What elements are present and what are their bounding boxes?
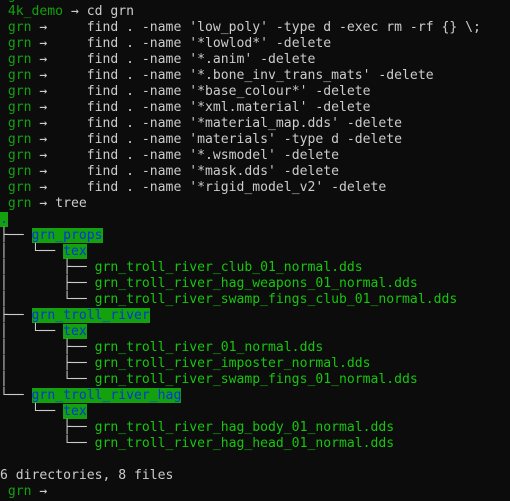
prompt-dir: grn bbox=[0, 484, 32, 499]
prompt-dir: grn bbox=[0, 132, 32, 147]
tree-branch: ├── bbox=[0, 420, 95, 435]
tree-branch: │ ├── bbox=[0, 276, 95, 291]
terminal-line: ├── grn_props bbox=[0, 228, 103, 244]
directory-name: tex bbox=[63, 404, 87, 419]
terminal-line: grn → tree bbox=[0, 196, 87, 212]
terminal-line: . bbox=[0, 212, 8, 228]
prompt-dir: grn bbox=[0, 180, 32, 195]
terminal-line: │ ├── grn_troll_river_01_normal.dds bbox=[0, 340, 323, 356]
prompt-dir: grn bbox=[0, 20, 32, 35]
terminal-line: │ └── tex bbox=[0, 244, 87, 260]
tree-branch: │ └── bbox=[0, 292, 95, 307]
terminal-line: │ └── grn_troll_river_swamp_fings_club_0… bbox=[0, 292, 457, 308]
directory-name: grn_props bbox=[31, 228, 103, 243]
command-text: → tree bbox=[31, 196, 87, 211]
prompt-dir: grn bbox=[0, 68, 32, 83]
command-text: → find . -name '*.wsmodel' -delete bbox=[31, 148, 339, 163]
terminal-line: grn → find . -name '*.wsmodel' -delete bbox=[0, 148, 339, 164]
tree-branch: ├── bbox=[0, 228, 32, 243]
terminal-line: grn → find . -name '*material_map.dds' -… bbox=[0, 116, 402, 132]
command-text: → find . -name '*rigid_model_v2' -delete bbox=[31, 180, 387, 195]
command-text: → find . -name '*material_map.dds' -dele… bbox=[31, 116, 403, 131]
terminal-line: grn → find . -name 'low_poly' -type d -e… bbox=[0, 20, 481, 36]
prompt-dir: grn bbox=[0, 148, 32, 163]
file-name: grn_troll_river_hag_head_01_normal.dds bbox=[94, 436, 395, 451]
tree-branch: └── bbox=[0, 388, 32, 403]
directory-name: grn_troll_river_hag bbox=[31, 388, 182, 403]
terminal-line: grn → find . -name 'materials' -type d -… bbox=[0, 132, 402, 148]
tree-branch: │ ├── bbox=[0, 260, 95, 275]
prompt-dir: grn bbox=[0, 196, 32, 211]
prompt-dir: grn bbox=[0, 36, 32, 51]
tree-branch: └── bbox=[0, 436, 95, 451]
prompt-dir: grn bbox=[0, 164, 32, 179]
terminal-line: │ ├── grn_troll_river_club_01_normal.dds bbox=[0, 260, 363, 276]
terminal-line: └── grn_troll_river_hag_head_01_normal.d… bbox=[0, 436, 394, 452]
prompt-dir: grn bbox=[0, 0, 32, 3]
file-name: grn_troll_river_hag_body_01_normal.dds bbox=[94, 420, 395, 435]
command-text: → find . -name '*.bone_inv_trans_mats' -… bbox=[31, 68, 434, 83]
file-name: grn_troll_river_imposter_normal.dds bbox=[94, 356, 371, 371]
terminal-line: grn → find . -name '*base_colour*' -dele… bbox=[0, 84, 371, 100]
terminal-window[interactable]: grn → cd .. 4k_demo → cd grn grn → find … bbox=[0, 0, 510, 501]
prompt-dir: grn bbox=[0, 52, 32, 67]
tree-branch: ├── bbox=[0, 308, 32, 323]
command-text: → find . -name '*base_colour*' -delete bbox=[31, 84, 371, 99]
file-name: grn_troll_river_swamp_fings_club_01_norm… bbox=[94, 292, 458, 307]
command-text: → find . -name 'materials' -type d -dele… bbox=[31, 132, 403, 147]
tree-branch: │ ├── bbox=[0, 356, 95, 371]
command-text: → find . -name '*xml.material' -delete bbox=[31, 100, 371, 115]
terminal-line: grn → find . -name '*lowlod*' -delete bbox=[0, 36, 331, 52]
tree-branch: │ └── bbox=[0, 244, 64, 259]
directory-name: tex bbox=[63, 324, 87, 339]
terminal-line: └── grn_troll_river_hag bbox=[0, 388, 182, 404]
terminal-line: └── tex bbox=[0, 404, 87, 420]
command-text: → bbox=[31, 484, 48, 499]
command-text: 6 directories, 8 files bbox=[0, 468, 174, 483]
prompt-dir: grn bbox=[0, 84, 32, 99]
prompt-dir: grn bbox=[0, 116, 32, 131]
file-name: grn_troll_river_01_normal.dds bbox=[94, 340, 324, 355]
command-text: → find . -name 'low_poly' -type d -exec … bbox=[31, 20, 481, 35]
file-name: grn_troll_river_hag_weapons_01_normal.dd… bbox=[94, 276, 418, 291]
terminal-line: 6 directories, 8 files bbox=[0, 468, 173, 484]
command-text: → find . -name '*.anim' -delete bbox=[31, 52, 316, 67]
tree-branch: │ └── bbox=[0, 372, 95, 387]
terminal-line: grn → find . -name '*mask.dds' -delete bbox=[0, 164, 339, 180]
command-text: → find . -name '*lowlod*' -delete bbox=[31, 36, 332, 51]
terminal-line: grn → find . -name '*.anim' -delete bbox=[0, 52, 315, 68]
terminal-line: grn → find . -name '*.bone_inv_trans_mat… bbox=[0, 68, 434, 84]
command-text: → cd .. bbox=[32, 0, 94, 3]
terminal-line: grn → bbox=[0, 484, 47, 500]
terminal-line: │ └── grn_troll_river_swamp_fings_01_nor… bbox=[0, 372, 418, 388]
file-name: grn_troll_river_swamp_fings_01_normal.dd… bbox=[94, 372, 418, 387]
directory-name: tex bbox=[63, 244, 87, 259]
tree-branch: │ ├── bbox=[0, 340, 95, 355]
tree-branch: │ └── bbox=[0, 324, 64, 339]
file-name: grn_troll_river_club_01_normal.dds bbox=[94, 260, 363, 275]
terminal-line: grn → find . -name '*rigid_model_v2' -de… bbox=[0, 180, 386, 196]
terminal-line: │ ├── grn_troll_river_hag_weapons_01_nor… bbox=[0, 276, 418, 292]
terminal-line: grn → find . -name '*xml.material' -dele… bbox=[0, 100, 371, 116]
prompt-dir: 4k_demo bbox=[0, 4, 64, 19]
prompt-dir: grn bbox=[0, 100, 32, 115]
command-text: → cd grn bbox=[63, 4, 135, 19]
tree-branch: └── bbox=[0, 404, 64, 419]
terminal-line: │ ├── grn_troll_river_imposter_normal.dd… bbox=[0, 356, 371, 372]
terminal-line: ├── grn_troll_river_hag_body_01_normal.d… bbox=[0, 420, 394, 436]
directory-name: grn_troll_river bbox=[31, 308, 150, 323]
terminal-line: ├── grn_troll_river bbox=[0, 308, 150, 324]
command-text: → find . -name '*mask.dds' -delete bbox=[31, 164, 339, 179]
directory-name: . bbox=[0, 212, 8, 227]
terminal-line: 4k_demo → cd grn bbox=[0, 4, 134, 20]
terminal-line: │ └── tex bbox=[0, 324, 87, 340]
